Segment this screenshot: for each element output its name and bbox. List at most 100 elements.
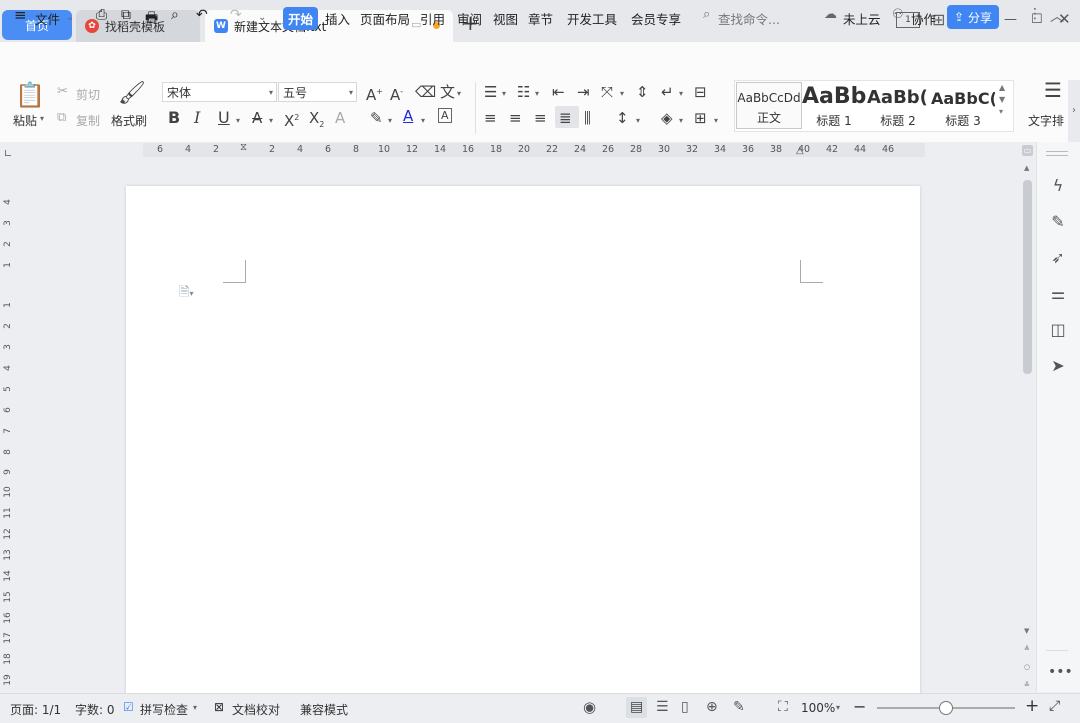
share-button[interactable]: ⇪ 分享 <box>947 5 999 29</box>
chevron-down-icon[interactable]: ▾ <box>502 86 506 102</box>
sliders-icon[interactable]: ⚌ <box>1048 284 1068 303</box>
menu-insert[interactable]: 插入 <box>325 9 350 28</box>
chevron-down-icon[interactable]: ▾ <box>836 703 840 712</box>
menu-review[interactable]: 审阅 <box>457 9 482 28</box>
align-left-icon[interactable]: ≡ <box>484 110 497 126</box>
decrease-indent-icon[interactable]: ⇤ <box>552 84 565 100</box>
chevron-down-icon[interactable]: ▾ <box>679 86 683 102</box>
phonetic-guide-icon[interactable]: 文 <box>440 84 455 100</box>
chevron-down-icon[interactable]: ⌄ <box>66 12 74 23</box>
menu-chapter[interactable]: 章节 <box>528 9 553 28</box>
chevron-down-icon[interactable]: ▾ <box>388 113 392 129</box>
superscript-icon[interactable]: X2 <box>284 110 299 129</box>
fit-page-icon[interactable]: ⛶ <box>778 699 788 715</box>
format-painter-label[interactable]: 格式刷 <box>111 112 147 129</box>
clear-format-icon[interactable]: ⌫ <box>415 84 436 100</box>
page-view-icon[interactable]: ▤ <box>630 699 643 715</box>
chevron-down-icon[interactable]: ▾ <box>714 113 718 129</box>
scroll-page-nav-icon[interactable]: ▼ ≜ ○ ≚ <box>1024 622 1030 694</box>
save-icon[interactable]: ⎙ <box>96 7 107 23</box>
zoom-slider-thumb[interactable] <box>939 701 953 715</box>
menu-start[interactable]: 开始 <box>283 7 319 30</box>
collab-button[interactable]: 协作 <box>911 9 936 28</box>
table-tab-icon[interactable]: ⊟ <box>694 84 707 100</box>
copy-label[interactable]: 复制 <box>76 112 100 129</box>
menu-devtools[interactable]: 开发工具 <box>567 9 617 28</box>
justify-icon[interactable]: ≣ <box>559 110 572 126</box>
ribbon-scroll-right-icon[interactable]: › <box>1068 80 1080 142</box>
collapse-ribbon-icon[interactable]: ︿ <box>1050 6 1064 26</box>
menu-member[interactable]: 会员专享 <box>631 9 681 28</box>
chinese-layout-icon[interactable]: ⤧ <box>601 84 613 100</box>
print-preview-icon[interactable]: ⌕ <box>171 7 179 23</box>
export-pdf-icon[interactable]: ⧉ <box>121 7 131 23</box>
chevron-down-icon[interactable]: ▾ <box>236 113 240 129</box>
style-heading-2[interactable]: AaBb( 标题 2 <box>867 82 929 127</box>
fullscreen-icon[interactable]: ⤢ <box>1049 698 1060 714</box>
chevron-down-icon[interactable]: ▾ <box>535 86 539 102</box>
menu-view[interactable]: 视图 <box>493 9 518 28</box>
tab-stop-icon[interactable] <box>5 150 11 156</box>
chevron-down-icon[interactable]: ▾ <box>193 703 197 712</box>
paste-label[interactable]: 粘贴 <box>13 112 37 129</box>
web-view-icon[interactable]: ⊕ <box>706 699 718 715</box>
format-painter-icon[interactable]: 🖌 <box>118 82 146 106</box>
scrollbar-thumb[interactable] <box>1023 180 1032 374</box>
borders-icon[interactable]: ⊞ <box>694 110 707 126</box>
scroll-up-icon[interactable]: ▲ <box>1024 164 1029 172</box>
document-page[interactable]: 🗎▾ <box>126 186 920 706</box>
indent-marker-icon[interactable]: ⧖ <box>240 143 247 153</box>
shrink-font-icon[interactable]: A- <box>390 84 403 103</box>
zoom-out-icon[interactable]: − <box>853 697 866 716</box>
style-normal[interactable]: AaBbCcDd 正文 <box>736 82 802 129</box>
eye-protect-icon[interactable]: ◉ <box>583 698 596 716</box>
align-right-icon[interactable]: ≡ <box>534 110 547 126</box>
distributed-align-icon[interactable]: ⫼ <box>584 110 591 126</box>
outline-view-icon[interactable]: ☰ <box>656 699 669 715</box>
line-spacing-icon[interactable]: ↕ <box>616 110 629 126</box>
font-color-icon[interactable]: A <box>403 108 413 124</box>
show-marks-icon[interactable]: ↵ <box>661 84 674 100</box>
checkbox-checked-icon[interactable]: ☑ <box>123 700 134 714</box>
bold-icon[interactable]: B <box>168 110 180 126</box>
zoom-level[interactable]: 100% <box>801 701 835 715</box>
write-mode-icon[interactable]: ✎ <box>733 699 745 715</box>
more-horizontal-icon[interactable]: ••• <box>1048 664 1073 680</box>
lightning-icon[interactable]: ϟ <box>1048 176 1068 195</box>
tab-template[interactable]: ✿ 找稻壳模板 <box>76 10 200 42</box>
menu-file[interactable]: 文件 <box>35 9 60 28</box>
menu-references[interactable]: 引用 <box>420 9 445 28</box>
chevron-down-icon[interactable]: ▾ <box>636 113 640 129</box>
scroll-split-icon[interactable]: ▭ <box>1022 145 1033 156</box>
numbered-list-icon[interactable]: ☷ <box>517 84 530 100</box>
reading-view-icon[interactable]: ▯ <box>681 699 689 715</box>
styles-scroll-icon[interactable]: ▲ ▼ ▾ <box>999 82 1005 118</box>
redo-icon[interactable]: ↷ <box>230 7 242 23</box>
strikethrough-icon[interactable]: A <box>252 110 262 126</box>
minimize-icon[interactable]: — <box>1004 12 1017 27</box>
quick-access-dropdown-icon[interactable]: ⌄ <box>258 12 266 23</box>
chevron-down-icon[interactable]: ▾ <box>679 113 683 129</box>
text-effect-icon[interactable]: A <box>335 110 345 126</box>
chevron-down-icon[interactable]: ▾ <box>457 86 461 102</box>
hamburger-icon[interactable]: ≡ <box>14 6 27 24</box>
subscript-icon[interactable]: X2 <box>309 110 324 133</box>
book-search-icon[interactable]: ◫ <box>1048 320 1068 339</box>
doc-proof[interactable]: 文档校对 <box>232 701 280 718</box>
paragraph-doc-icon[interactable]: 🗎▾ <box>179 283 193 305</box>
cut-label[interactable]: 剪切 <box>76 86 100 103</box>
highlight-icon[interactable]: ✎ <box>370 110 383 126</box>
italic-icon[interactable]: I <box>194 110 200 126</box>
paste-icon[interactable]: 📋 <box>15 82 45 108</box>
text-layout-icon[interactable]: ☰ <box>1044 80 1062 100</box>
bullet-list-icon[interactable]: ☰ <box>484 84 497 100</box>
spell-check[interactable]: 拼写检查 <box>140 701 188 718</box>
text-layout-label[interactable]: 文字排 <box>1028 112 1064 129</box>
search-command-input[interactable]: 查找命令... <box>718 9 780 28</box>
print-icon[interactable]: 🖶 <box>145 7 158 31</box>
more-vertical-icon[interactable]: ⋮ <box>1028 6 1042 22</box>
zoom-in-icon[interactable]: + <box>1025 696 1039 716</box>
style-heading-1[interactable]: AaBb 标题 1 <box>802 82 866 127</box>
chevron-down-icon[interactable]: ▾ <box>620 86 624 102</box>
chevron-down-icon[interactable]: ▾ <box>269 113 273 129</box>
